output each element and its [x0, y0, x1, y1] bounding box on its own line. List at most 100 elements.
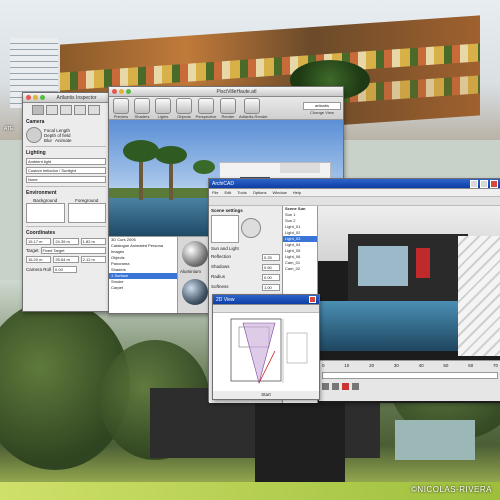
timeline-track[interactable]: [322, 372, 498, 379]
plan-toolbar: [213, 305, 319, 313]
background-house-pillar: [255, 395, 345, 495]
toolbar-preview[interactable]: Preview: [111, 97, 131, 119]
menu-edit[interactable]: Edit: [224, 189, 231, 196]
toolbar-render[interactable]: Render: [218, 97, 238, 119]
reflection-field[interactable]: 0.25: [262, 254, 280, 261]
animate-checkbox[interactable]: Animate: [55, 138, 72, 143]
softness-field[interactable]: 1.00: [262, 284, 280, 291]
render-palm-leaves: [155, 146, 187, 164]
tree-item[interactable]: Cam_02: [283, 266, 317, 272]
plan-window: 2D View Start: [212, 294, 320, 400]
focal-dial[interactable]: [26, 127, 42, 143]
plan-canvas[interactable]: [213, 313, 319, 391]
artlantis-titlebar: PisciVilleHaute.atl: [109, 87, 343, 97]
forward-icon[interactable]: [352, 383, 359, 390]
frame-label: 50: [443, 363, 449, 368]
shadows-field[interactable]: 0.50: [262, 264, 280, 271]
menu-window[interactable]: Window: [273, 189, 287, 196]
coord-y-field[interactable]: 24.39 m: [53, 238, 79, 245]
frame-label: 30: [393, 363, 399, 368]
inspector-window: Artlantis Inspector Camera Focal Length …: [22, 92, 110, 312]
tab-shader-icon[interactable]: [60, 105, 72, 115]
swatch-label: Aluminium: [180, 269, 202, 274]
cad-menubar: File Edit Tools Options Window Help: [209, 189, 500, 197]
catalog-tree: 3D Curs 2006 Catalogue Animated Persona …: [109, 237, 178, 313]
menu-options[interactable]: Options: [253, 189, 267, 196]
target-label: Target: [26, 248, 39, 253]
toolbar-shaders[interactable]: Shaders: [132, 97, 152, 119]
frame-label: 60: [468, 363, 474, 368]
toolbar-change-view[interactable]: artlantis Change View: [303, 101, 341, 115]
field-label: Radius: [211, 274, 226, 279]
target-select[interactable]: Fixed Target: [40, 247, 106, 254]
tab-object-icon[interactable]: [74, 105, 86, 115]
frame-label: 0: [322, 363, 325, 368]
camera-section-label: Camera: [26, 119, 45, 125]
field-label: Softness: [211, 284, 229, 289]
lighting-select-3[interactable]: None: [26, 176, 106, 183]
render-palm-leaves: [193, 160, 215, 174]
target-x-field[interactable]: 16.20 m: [26, 256, 52, 263]
play-icon[interactable]: [332, 383, 339, 390]
target-z-field[interactable]: 2.12 m: [80, 256, 106, 263]
sub-title: Sun and Light: [211, 246, 239, 251]
camera-roll-field[interactable]: 0.00: [53, 266, 78, 273]
blur-checkbox[interactable]: Blur: [44, 138, 52, 143]
cad-toolbar: [209, 197, 500, 206]
background-house-window: [395, 420, 475, 460]
radius-field[interactable]: 0.00: [262, 274, 280, 281]
close-icon[interactable]: [309, 296, 316, 303]
search-input[interactable]: artlantis: [303, 101, 341, 110]
background-well[interactable]: [26, 203, 65, 223]
photo-credit-small: ATE: [4, 126, 14, 132]
foreground-well[interactable]: [67, 203, 106, 223]
field-label: Shadows: [211, 264, 230, 269]
coord-z-field[interactable]: 1.82 m: [80, 238, 106, 245]
lighting-select-2[interactable]: Custom heliodon / Sunlight: [26, 167, 106, 174]
close-button[interactable]: [112, 89, 117, 94]
photo-credit: ©NICOLAS-RIVERA: [411, 485, 492, 494]
floor-plan-drawing: [230, 318, 308, 385]
artlantis-toolbar: Preview Shaders Lights Objects Perspecti…: [109, 97, 343, 120]
frame-label: 70: [492, 363, 498, 368]
target-y-field[interactable]: 25.54 m: [53, 256, 79, 263]
minimize-button[interactable]: [33, 95, 38, 100]
swatch-sphere[interactable]: [182, 279, 208, 305]
record-icon[interactable]: [342, 383, 349, 390]
cad-titlebar: ArchiCAD: [209, 179, 500, 189]
tab-render-icon[interactable]: [88, 105, 100, 115]
tab-light-icon[interactable]: [46, 105, 58, 115]
close-button[interactable]: [26, 95, 31, 100]
toolbar-artlantis-render[interactable]: Artlantis Render: [239, 97, 268, 119]
render-stairs: [458, 236, 500, 356]
menu-tools[interactable]: Tools: [237, 189, 246, 196]
light-preview[interactable]: [211, 215, 239, 243]
coord-x-field[interactable]: 15.17 m: [26, 238, 52, 245]
artlantis-title: PisciVilleHaute.atl: [216, 88, 257, 95]
cad-title: ArchiCAD: [212, 180, 234, 187]
zoom-button[interactable]: [126, 89, 131, 94]
lighting-select-1[interactable]: Ambient light: [26, 158, 106, 165]
rewind-icon[interactable]: [322, 383, 329, 390]
swatch-sphere[interactable]: [182, 241, 208, 267]
field-label: Reflection: [211, 254, 232, 259]
close-icon[interactable]: [490, 179, 498, 188]
timeline-panel: 0 10 20 30 40 50 60 70: [319, 360, 500, 401]
minimize-button[interactable]: [119, 89, 124, 94]
list-item[interactable]: Carpet: [109, 285, 177, 291]
frame-label: 20: [369, 363, 375, 368]
toolbar-perspective[interactable]: Perspective: [195, 97, 217, 119]
menu-file[interactable]: File: [212, 189, 218, 196]
sun-dial[interactable]: [241, 218, 261, 238]
toolbar-lights[interactable]: Lights: [153, 97, 173, 119]
frame-label: 40: [418, 363, 424, 368]
inspector-titlebar: Artlantis Inspector: [23, 93, 109, 103]
tab-camera-icon[interactable]: [32, 105, 44, 115]
plan-titlebar: 2D View: [213, 295, 319, 305]
menu-help[interactable]: Help: [293, 189, 301, 196]
zoom-button[interactable]: [40, 95, 45, 100]
toolbar-objects[interactable]: Objects: [174, 97, 194, 119]
maximize-icon[interactable]: [480, 179, 488, 188]
panel-title: Scene settings: [211, 208, 243, 213]
minimize-icon[interactable]: [470, 179, 478, 188]
